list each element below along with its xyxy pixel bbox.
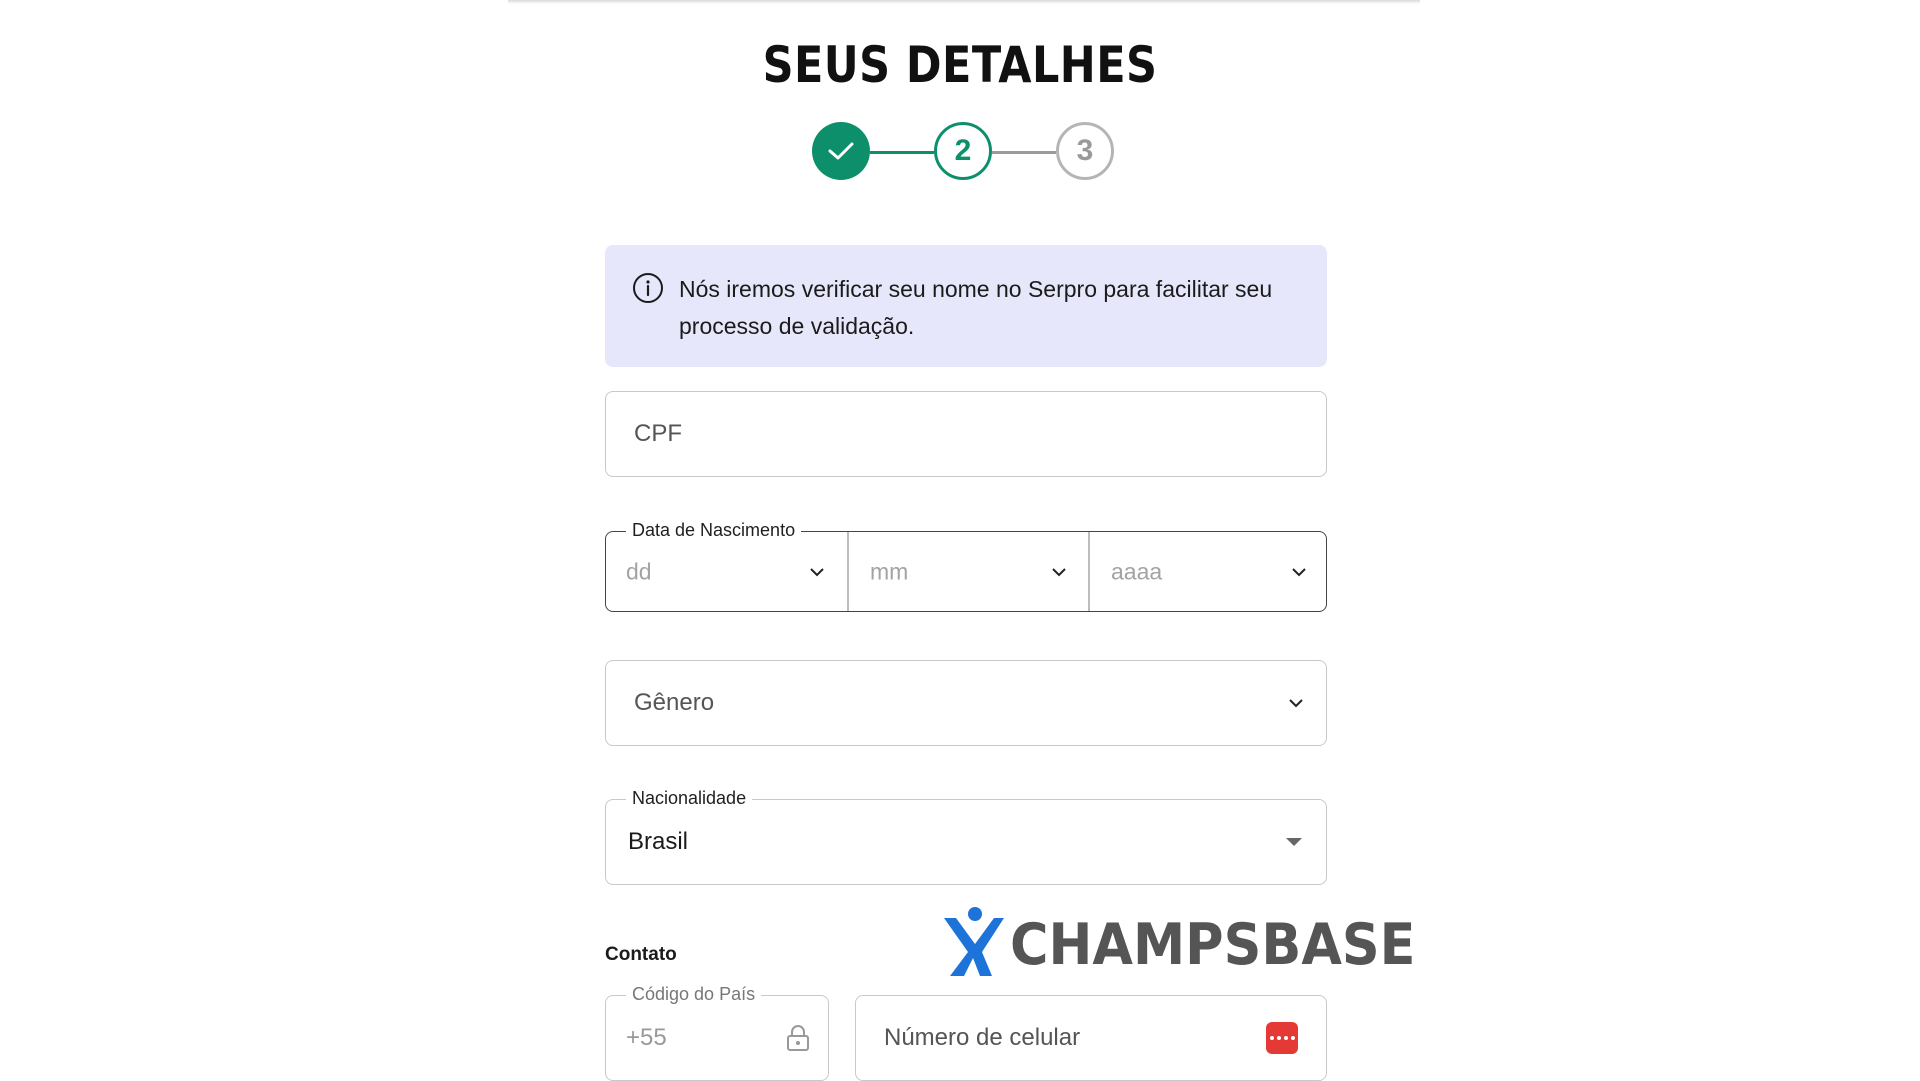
caret-down-icon <box>1286 838 1302 846</box>
info-banner-text: Nós iremos verificar seu nome no Serpro … <box>679 276 1273 339</box>
dots-icon[interactable] <box>1266 1022 1298 1054</box>
birth-month-placeholder: mm <box>870 558 909 584</box>
page-title: SEUS DETALHES <box>762 36 1158 94</box>
nationality-legend: Nacionalidade <box>626 788 753 809</box>
chevron-down-icon <box>810 567 824 576</box>
nationality-select[interactable]: Nacionalidade Brasil <box>605 788 1327 885</box>
step-3-upcoming: 3 <box>1056 122 1114 180</box>
contact-section-label: Contato <box>605 944 677 965</box>
birth-day-select[interactable]: dd <box>606 532 847 611</box>
country-code-legend: Código do País <box>626 984 762 1005</box>
lock-icon <box>787 1025 809 1051</box>
phone-input[interactable]: Número de celular <box>855 995 1327 1081</box>
step-1-completed <box>812 122 870 180</box>
progress-stepper: 2 3 <box>812 122 1118 184</box>
phone-placeholder: Número de celular <box>884 1024 1081 1051</box>
watermark-logo: CHAMPSBASE <box>942 906 1422 978</box>
step-connector <box>870 151 934 154</box>
info-icon <box>633 273 663 303</box>
top-shadow <box>508 0 1420 4</box>
champsbase-figure-icon <box>944 907 1004 976</box>
nationality-value: Brasil <box>628 828 689 855</box>
country-code-value: +55 <box>626 1024 667 1051</box>
country-code-field: Código do País +55 <box>605 984 829 1081</box>
chevron-down-icon <box>1052 567 1066 576</box>
gender-select[interactable]: Gênero <box>605 660 1327 746</box>
birth-day-placeholder: dd <box>626 558 652 584</box>
cpf-input[interactable]: CPF <box>605 391 1327 477</box>
birth-year-select[interactable]: aaaa <box>1089 532 1326 611</box>
step-2-current: 2 <box>934 122 992 180</box>
chevron-down-icon <box>1289 699 1303 708</box>
chevron-down-icon <box>1292 567 1306 576</box>
gender-placeholder: Gênero <box>634 689 715 716</box>
birth-date-group: Data de Nascimento dd mm aaaa <box>605 520 1327 612</box>
birth-month-select[interactable]: mm <box>848 532 1088 611</box>
cpf-placeholder: CPF <box>634 420 682 447</box>
info-banner: Nós iremos verificar seu nome no Serpro … <box>605 245 1327 367</box>
watermark-text: CHAMPSBASE <box>1010 912 1416 978</box>
step-connector <box>992 151 1056 154</box>
check-icon <box>828 142 854 160</box>
birth-year-placeholder: aaaa <box>1111 558 1163 584</box>
